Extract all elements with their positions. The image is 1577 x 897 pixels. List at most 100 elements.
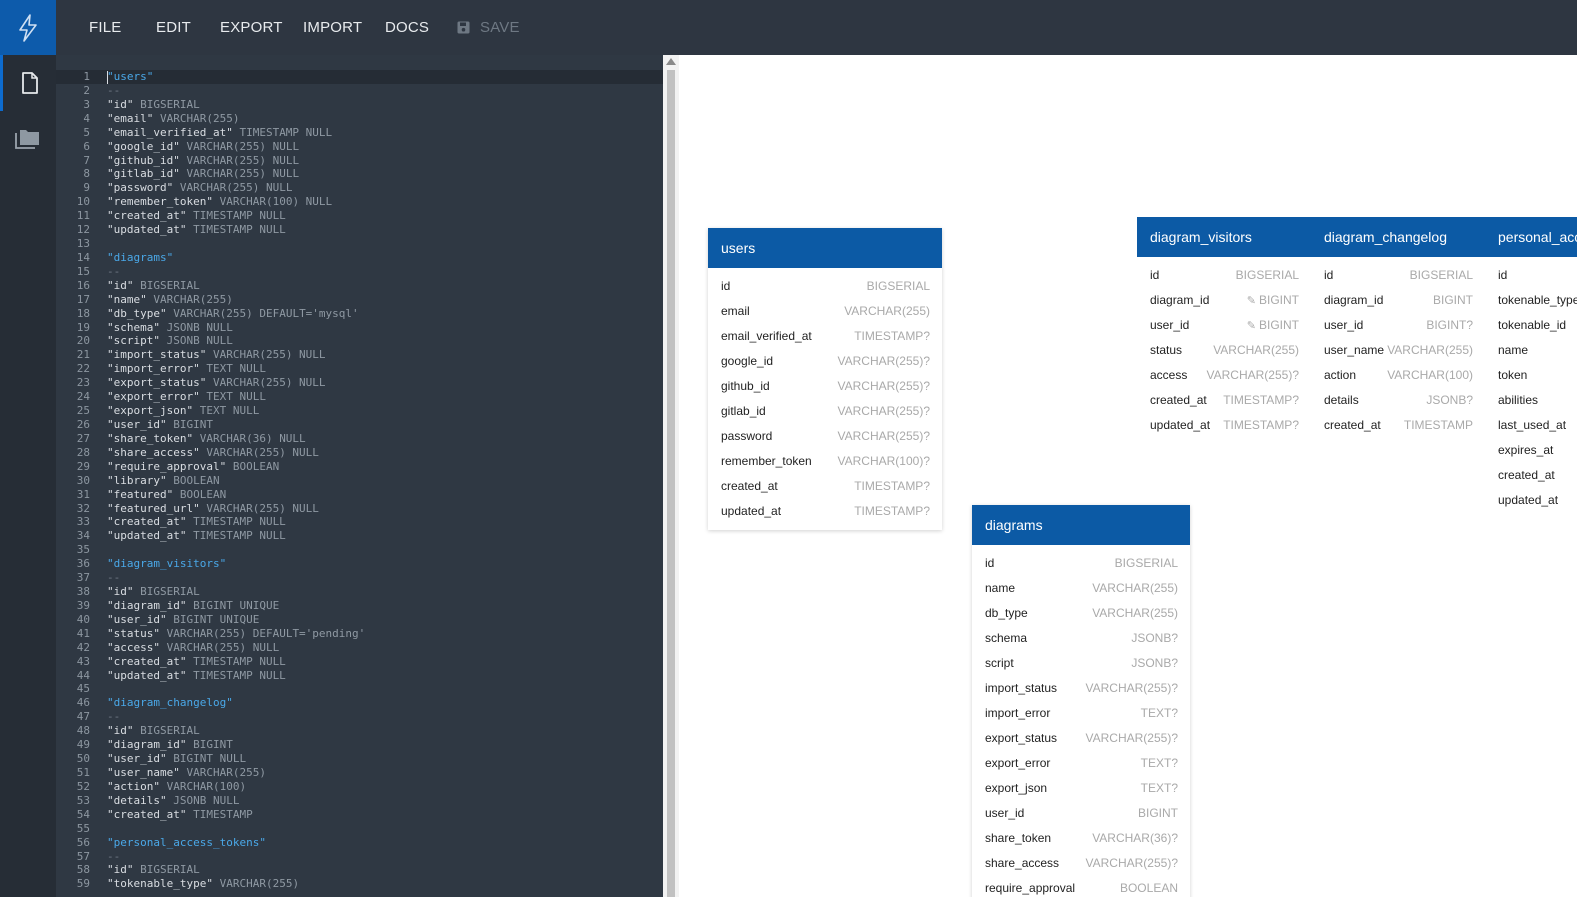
- table-column-row[interactable]: share_token VARCHAR(36)?: [972, 826, 1190, 851]
- column-type-token: TIMESTAMP NULL: [193, 209, 286, 223]
- scroll-thumb[interactable]: [667, 70, 675, 897]
- table-header[interactable]: diagram_changelog: [1311, 217, 1485, 257]
- column-name: script: [985, 656, 1014, 670]
- table-column-row[interactable]: details JSONB?: [1311, 388, 1485, 413]
- table-column-row[interactable]: status VARCHAR(255): [1137, 338, 1311, 363]
- table-column-row[interactable]: user_id BIGINT: [972, 801, 1190, 826]
- export-menu[interactable]: EXPORT: [220, 0, 283, 55]
- table-column-row[interactable]: db_type VARCHAR(255): [972, 601, 1190, 626]
- table-column-row[interactable]: remember_token VARCHAR(100)?: [708, 449, 942, 474]
- column-type-label: JSONB?: [1131, 656, 1178, 670]
- table-card-diagram-visitors[interactable]: diagram_visitors id BIGSERIAL diagram_id ✎ B…: [1137, 217, 1311, 444]
- column-type: TIMESTAMP?: [854, 474, 930, 499]
- table-column-row[interactable]: id: [1485, 263, 1577, 288]
- code-text: "id" BIGSERIAL: [107, 724, 200, 738]
- table-column-row[interactable]: import_status VARCHAR(255)?: [972, 676, 1190, 701]
- table-column-row[interactable]: require_approval BOOLEAN: [972, 876, 1190, 897]
- line-number: 29: [76, 459, 90, 473]
- table-column-row[interactable]: expires_at: [1485, 438, 1577, 463]
- code-text: "password" VARCHAR(255) NULL: [107, 181, 292, 195]
- editor-scrollbar[interactable]: [663, 55, 679, 897]
- table-column-row[interactable]: gitlab_id VARCHAR(255)?: [708, 399, 942, 424]
- table-column-row[interactable]: password VARCHAR(255)?: [708, 424, 942, 449]
- column-type-label: BIGINT: [1137, 806, 1178, 820]
- table-column-row[interactable]: import_error TEXT?: [972, 701, 1190, 726]
- table-column-row[interactable]: email VARCHAR(255): [708, 299, 942, 324]
- table-column-row[interactable]: schema JSONB?: [972, 626, 1190, 651]
- table-column-row[interactable]: id BIGSERIAL: [708, 274, 942, 299]
- table-column-row[interactable]: export_status VARCHAR(255)?: [972, 726, 1190, 751]
- table-column-row[interactable]: google_id VARCHAR(255)?: [708, 349, 942, 374]
- table-column-row[interactable]: export_json TEXT?: [972, 776, 1190, 801]
- save-button[interactable]: SAVE: [457, 0, 520, 55]
- table-column-row[interactable]: diagram_id BIGINT: [1311, 288, 1485, 313]
- table-column-row[interactable]: name: [1485, 338, 1577, 363]
- table-column-row[interactable]: id BIGSERIAL: [1137, 263, 1311, 288]
- edit-menu[interactable]: EDIT: [156, 0, 191, 55]
- code-text: "library" BOOLEAN: [107, 474, 220, 488]
- column-name: created_at: [721, 479, 778, 493]
- code-text: "user_id" BIGINT NULL: [107, 752, 246, 766]
- column-type: VARCHAR(255)?: [838, 424, 930, 449]
- table-column-row[interactable]: created_at: [1485, 463, 1577, 488]
- sidebar-item-editor[interactable]: [0, 55, 56, 111]
- table-card-users[interactable]: users id BIGSERIAL email VARCHAR(255) email_…: [708, 228, 942, 530]
- line-number: 26: [76, 418, 90, 431]
- column-type: VARCHAR(255)?: [1086, 676, 1178, 701]
- table-column-row[interactable]: github_id VARCHAR(255)?: [708, 374, 942, 399]
- table-column-row[interactable]: user_id ✎ BIGINT: [1137, 313, 1311, 338]
- table-card-personal-access-tokens[interactable]: personal_access_tokens id tokenable_typet…: [1485, 217, 1577, 519]
- line-number: 2: [83, 83, 90, 97]
- table-column-row[interactable]: id BIGSERIAL: [1311, 263, 1485, 288]
- column-type-token: TIMESTAMP NULL: [193, 529, 286, 543]
- table-column-row[interactable]: updated_at TIMESTAMP?: [1137, 413, 1311, 438]
- table-card-diagram-changelog[interactable]: diagram_changelog id BIGSERIAL diagram_id B…: [1311, 217, 1485, 444]
- sql-code-editor[interactable]: 1 "users" 2 -- 3 "id" BIGSERIAL 4 "email" VARCH…: [56, 55, 663, 897]
- line-number: 28: [76, 445, 90, 459]
- table-column-row[interactable]: action VARCHAR(100): [1311, 363, 1485, 388]
- table-column-row[interactable]: share_access VARCHAR(255)?: [972, 851, 1190, 876]
- table-card-diagrams[interactable]: diagrams id BIGSERIAL name VARCHAR(255) db_t…: [972, 505, 1190, 897]
- column-name-token: "google_id": [107, 139, 187, 153]
- table-column-row[interactable]: created_at TIMESTAMP?: [708, 474, 942, 499]
- table-column-row[interactable]: user_id BIGINT?: [1311, 313, 1485, 338]
- file-menu[interactable]: FILE: [89, 0, 121, 55]
- column-name: tokenable_type: [1498, 293, 1577, 307]
- key-icon: ✎: [1246, 295, 1256, 307]
- column-type-token: TIMESTAMP NULL: [193, 515, 286, 529]
- table-column-row[interactable]: email_verified_at TIMESTAMP?: [708, 324, 942, 349]
- table-header[interactable]: diagrams: [972, 505, 1190, 545]
- line-number: 57: [76, 849, 90, 863]
- table-column-row[interactable]: abilities: [1485, 388, 1577, 413]
- table-column-row[interactable]: user_name VARCHAR(255): [1311, 338, 1485, 363]
- table-column-row[interactable]: created_at TIMESTAMP: [1311, 413, 1485, 438]
- column-type-label: TIMESTAMP?: [854, 504, 930, 518]
- table-column-row[interactable]: token: [1485, 363, 1577, 388]
- scroll-up-arrow-icon[interactable]: [666, 58, 676, 65]
- table-column-row[interactable]: updated_at: [1485, 488, 1577, 513]
- table-column-row[interactable]: name VARCHAR(255): [972, 576, 1190, 601]
- table-header[interactable]: diagram_visitors: [1137, 217, 1311, 257]
- diagram-canvas[interactable]: users id BIGSERIAL email VARCHAR(255) email_…: [679, 55, 1577, 897]
- column-type-label: VARCHAR(255)?: [837, 354, 930, 368]
- column-name-token: "updated_at": [107, 529, 194, 543]
- table-column-row[interactable]: tokenable_id: [1485, 313, 1577, 338]
- sidebar-item-diagrams[interactable]: [0, 111, 56, 167]
- table-header[interactable]: personal_access_tokens: [1485, 217, 1577, 257]
- table-column-row[interactable]: export_error TEXT?: [972, 751, 1190, 776]
- table-column-row[interactable]: id BIGSERIAL: [972, 551, 1190, 576]
- table-column-row[interactable]: created_at TIMESTAMP?: [1137, 388, 1311, 413]
- table-column-row[interactable]: last_used_at: [1485, 413, 1577, 438]
- table-column-row[interactable]: access VARCHAR(255)?: [1137, 363, 1311, 388]
- table-header[interactable]: users: [708, 228, 942, 268]
- import-menu[interactable]: IMPORT: [303, 0, 362, 55]
- table-column-row[interactable]: tokenable_type: [1485, 288, 1577, 313]
- table-column-row[interactable]: updated_at TIMESTAMP?: [708, 499, 942, 524]
- column-type: TIMESTAMP?: [854, 499, 930, 524]
- line-number: 54: [76, 807, 90, 821]
- line-number: 51: [76, 766, 90, 779]
- table-column-row[interactable]: script JSONB?: [972, 651, 1190, 676]
- table-column-row[interactable]: diagram_id ✎ BIGINT: [1137, 288, 1311, 313]
- docs-menu[interactable]: DOCS: [385, 0, 429, 55]
- app-logo[interactable]: [0, 0, 56, 55]
